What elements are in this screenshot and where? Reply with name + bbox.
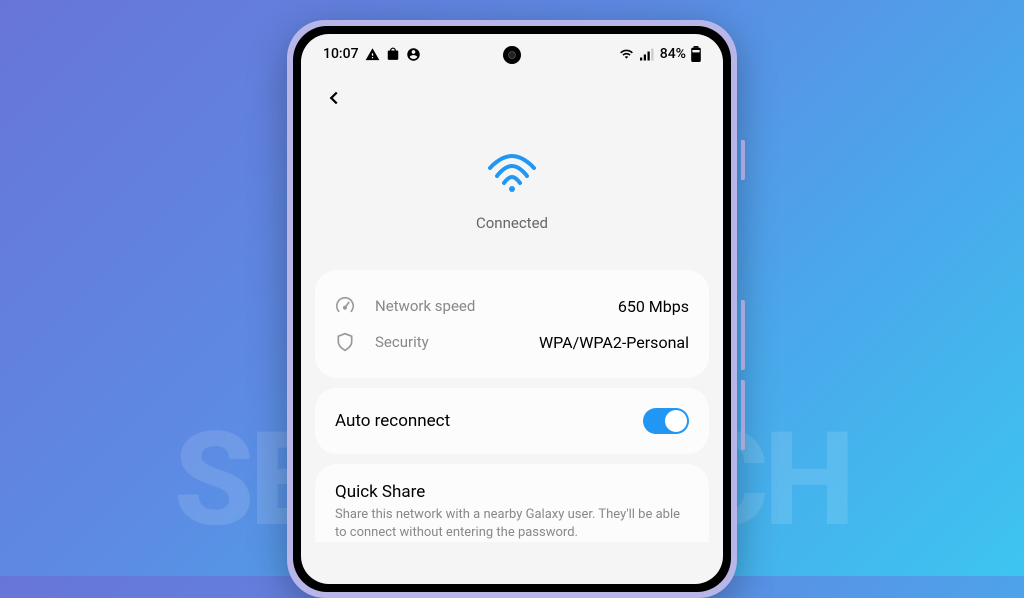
connection-status: Connected <box>321 214 703 232</box>
wifi-status-icon <box>618 47 635 61</box>
status-time: 10:07 <box>323 46 359 62</box>
shield-icon <box>335 332 359 352</box>
wifi-icon <box>321 154 703 198</box>
phone-screen: 10:07 <box>301 34 723 584</box>
bag-icon <box>386 47 400 61</box>
camera-notch <box>503 46 521 64</box>
warning-icon <box>365 47 380 62</box>
auto-reconnect-label: Auto reconnect <box>335 411 450 431</box>
volume-down-button <box>741 380 745 450</box>
speed-icon <box>335 296 359 316</box>
side-button <box>741 140 745 180</box>
network-info-card: Network speed 650 Mbps Security WPA/WPA2… <box>315 270 709 378</box>
battery-icon <box>691 46 701 62</box>
security-value: WPA/WPA2-Personal <box>539 333 689 352</box>
auto-reconnect-setting[interactable]: Auto reconnect <box>315 388 709 454</box>
speed-value: 650 Mbps <box>618 297 689 316</box>
signal-icon <box>640 48 655 61</box>
account-icon <box>406 47 421 62</box>
speed-label: Network speed <box>375 297 618 315</box>
security-label: Security <box>375 333 539 351</box>
volume-up-button <box>741 300 745 370</box>
quick-share-title: Quick Share <box>335 482 689 502</box>
phone-frame: 10:07 <box>287 20 737 598</box>
quick-share-setting[interactable]: Quick Share Share this network with a ne… <box>315 464 709 542</box>
back-button[interactable] <box>323 86 345 116</box>
quick-share-description: Share this network with a nearby Galaxy … <box>335 506 689 542</box>
battery-percent: 84% <box>660 46 686 62</box>
auto-reconnect-toggle[interactable] <box>643 408 689 434</box>
